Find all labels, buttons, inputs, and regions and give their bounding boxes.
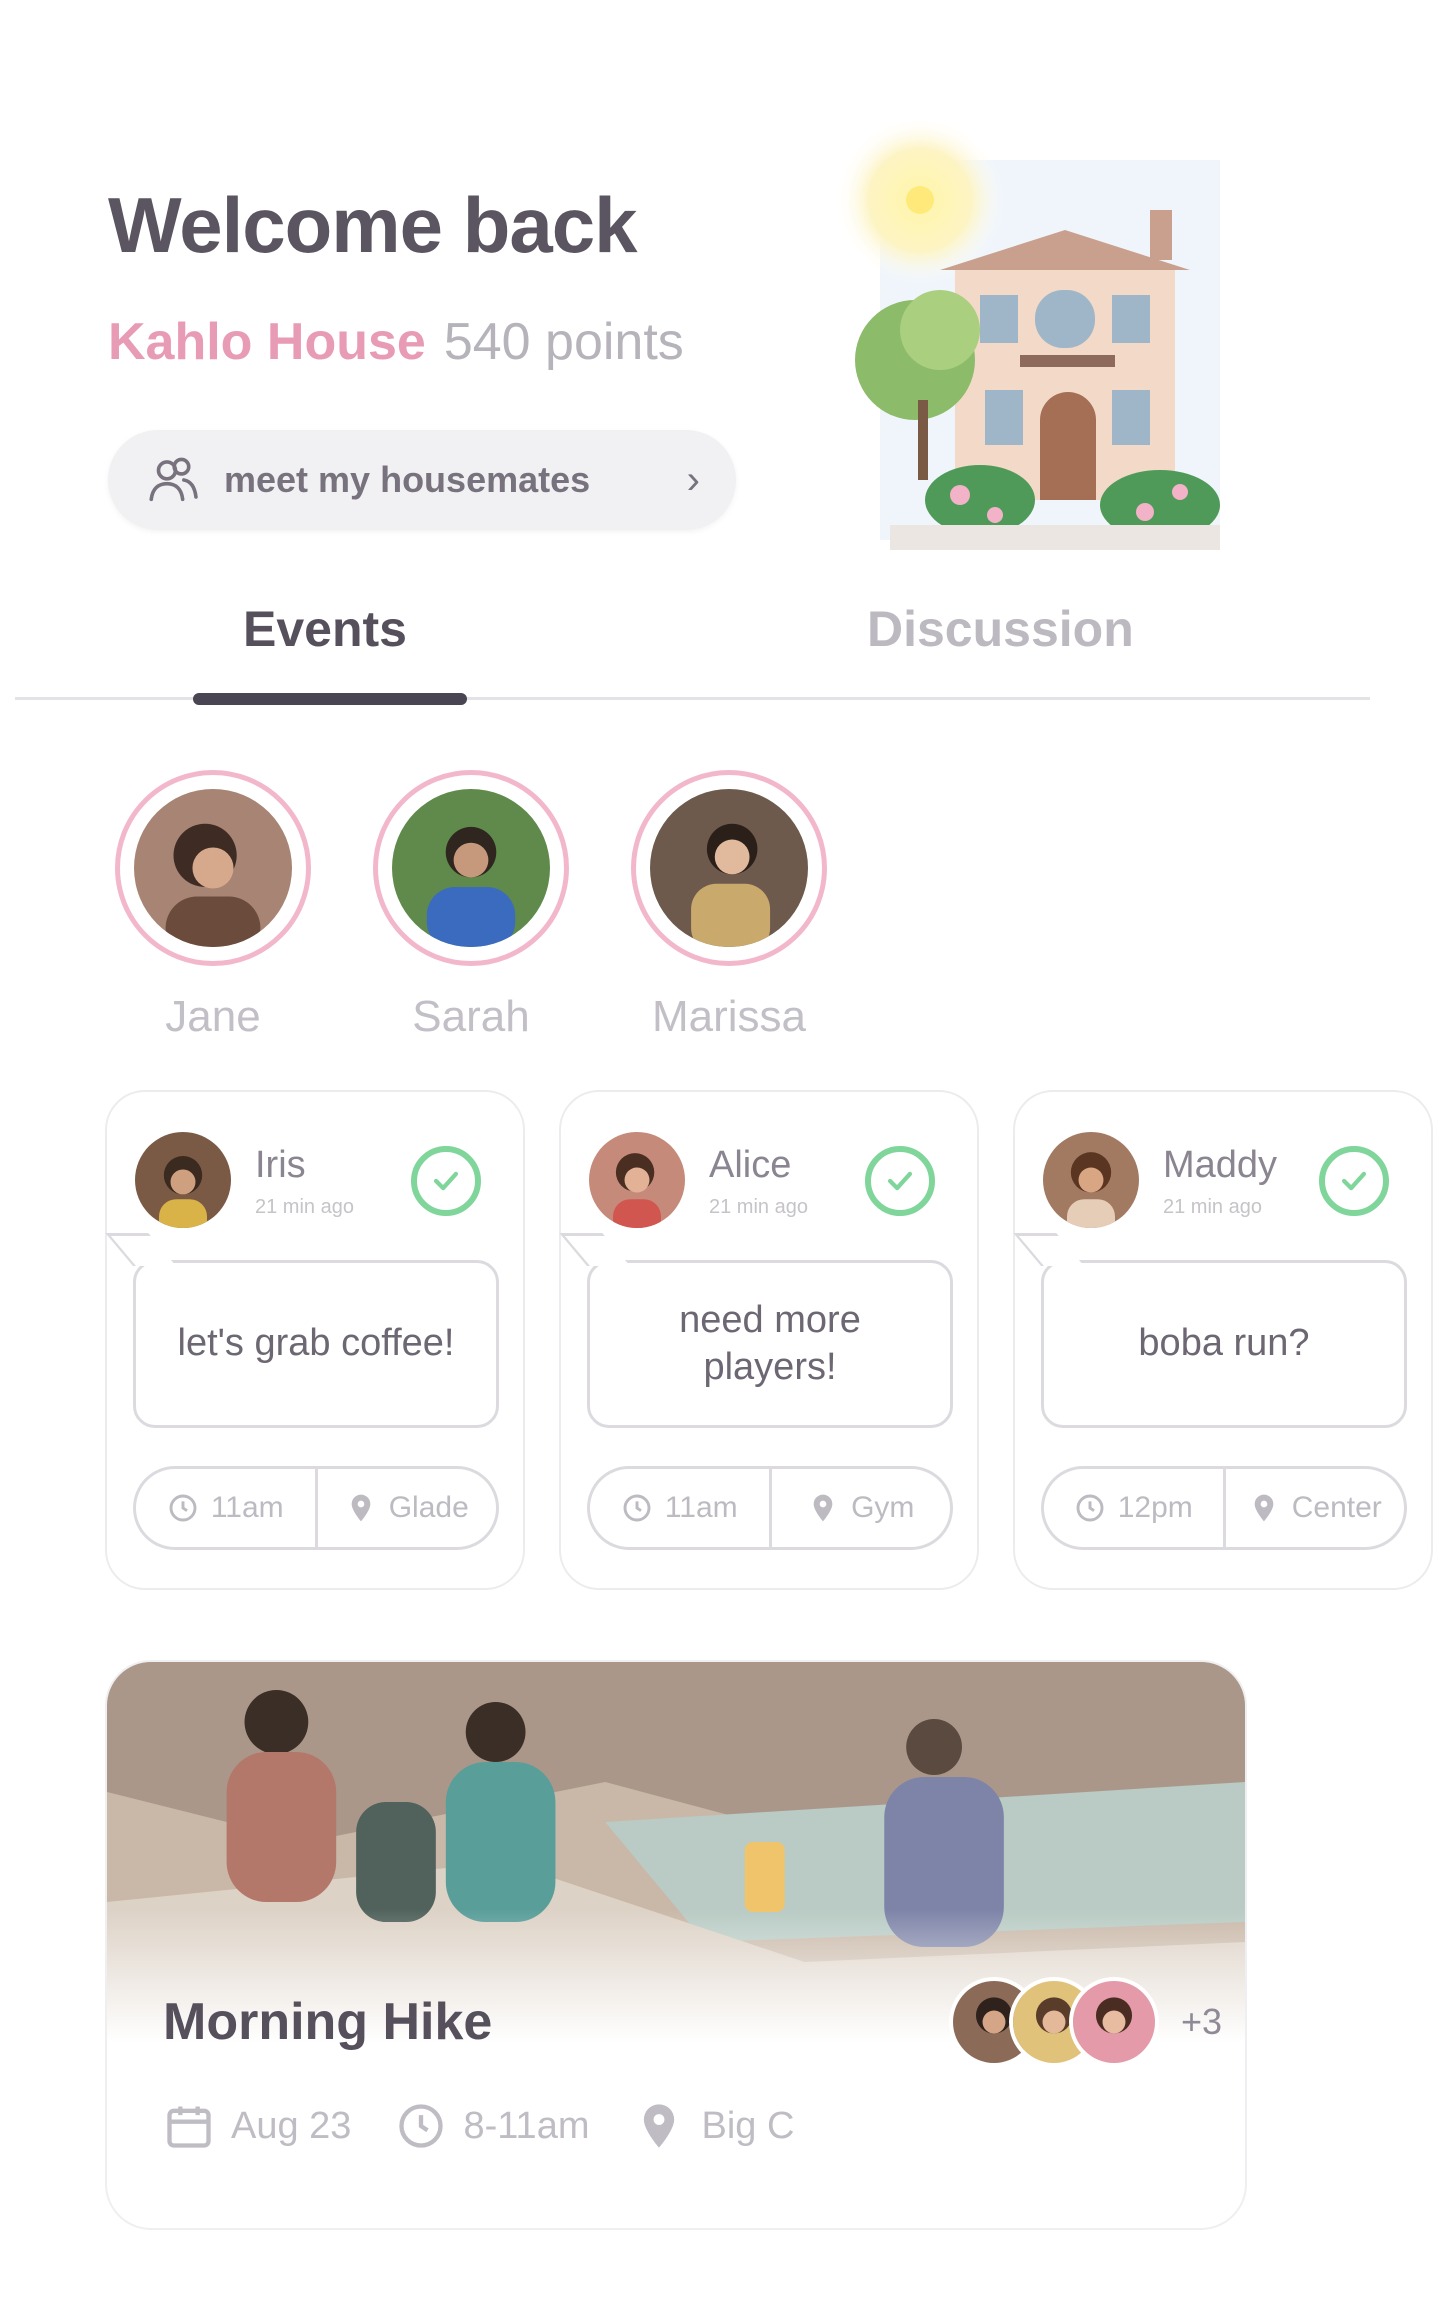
event-location-text: Big C bbox=[701, 2104, 795, 2147]
post-where: Glade bbox=[388, 1491, 469, 1524]
check-icon bbox=[1341, 1171, 1367, 1191]
post-location-segment: Glade bbox=[314, 1469, 497, 1547]
post-location-segment: Gym bbox=[768, 1469, 951, 1547]
story-name: Marissa bbox=[651, 992, 807, 1041]
post-time-segment: 11am bbox=[136, 1469, 315, 1547]
avatar bbox=[1043, 1132, 1139, 1228]
story-avatar-ring bbox=[115, 770, 311, 966]
avatar bbox=[1069, 1977, 1159, 2067]
clock-icon bbox=[623, 1494, 651, 1522]
story-name: Jane bbox=[165, 992, 261, 1041]
post-location-segment: Center bbox=[1222, 1469, 1405, 1547]
join-check-button[interactable] bbox=[1319, 1146, 1389, 1216]
avatar bbox=[134, 789, 292, 947]
event-participants[interactable]: +3 bbox=[949, 1977, 1222, 2067]
post-details-pill: 11am Gym bbox=[587, 1466, 953, 1550]
event-date: Aug 23 bbox=[163, 2100, 351, 2152]
post-message-bubble: need more players! bbox=[587, 1260, 953, 1428]
story-sarah[interactable]: Sarah bbox=[373, 770, 569, 1042]
event-time-text: 8-11am bbox=[463, 2104, 590, 2147]
location-pin-icon bbox=[813, 1494, 833, 1522]
post-message: need more players! bbox=[679, 1298, 861, 1389]
post-where: Center bbox=[1291, 1491, 1382, 1524]
clock-icon bbox=[169, 1494, 197, 1522]
story-avatar-ring bbox=[373, 770, 569, 966]
story-marissa[interactable]: Marissa bbox=[631, 770, 827, 1042]
active-tab-indicator bbox=[193, 693, 467, 705]
tab-bar: Events Discussion bbox=[15, 580, 1370, 705]
join-check-button[interactable] bbox=[411, 1146, 481, 1216]
event-meta: Aug 23 8-11am Big C bbox=[163, 2100, 794, 2152]
welcome-heading: Welcome back bbox=[108, 181, 637, 269]
people-icon bbox=[149, 457, 198, 502]
story-jane[interactable]: Jane bbox=[115, 770, 311, 1042]
tab-discussion[interactable]: Discussion bbox=[867, 600, 1134, 658]
post-details-pill: 12pm Center bbox=[1041, 1466, 1407, 1550]
avatar bbox=[392, 789, 550, 947]
post-time: 21 min ago bbox=[709, 1196, 808, 1218]
chevron-right-icon: › bbox=[686, 457, 700, 502]
location-pin-icon bbox=[644, 2104, 675, 2148]
post-author: Alice bbox=[709, 1144, 792, 1186]
clock-icon bbox=[1076, 1494, 1104, 1522]
join-check-button[interactable] bbox=[865, 1146, 935, 1216]
story-avatar-ring bbox=[631, 770, 827, 966]
post-message: let's grab coffee! bbox=[177, 1322, 455, 1365]
story-name: Sarah bbox=[412, 992, 530, 1041]
post-time-segment: 11am bbox=[590, 1469, 769, 1547]
post-author: Maddy bbox=[1163, 1144, 1278, 1186]
featured-event-card[interactable]: Morning Hike +3 Aug 23 8-11am Big C bbox=[105, 1660, 1247, 2230]
post-card[interactable]: Alice 21 min ago need more players! 11am… bbox=[559, 1090, 979, 1590]
house-illustration bbox=[830, 115, 1270, 570]
post-card[interactable]: Iris 21 min ago let's grab coffee! 11am … bbox=[105, 1090, 525, 1590]
post-time-segment: 12pm bbox=[1044, 1469, 1223, 1547]
housemate-stories: Jane Sarah Marissa bbox=[115, 770, 827, 1042]
event-title: Morning Hike bbox=[163, 1993, 493, 2051]
post-author: Iris bbox=[255, 1144, 306, 1186]
avatar bbox=[135, 1132, 231, 1228]
avatar bbox=[589, 1132, 685, 1228]
event-date-text: Aug 23 bbox=[231, 2104, 352, 2147]
house-points: 540 points bbox=[443, 313, 684, 371]
house-points-line: Kahlo House 540 points bbox=[108, 312, 684, 372]
post-where: Gym bbox=[851, 1491, 915, 1524]
event-location: Big C bbox=[633, 2100, 794, 2152]
check-icon bbox=[433, 1171, 459, 1191]
event-time: 8-11am bbox=[395, 2100, 589, 2152]
post-when: 12pm bbox=[1117, 1491, 1193, 1524]
post-details-pill: 11am Glade bbox=[133, 1466, 499, 1550]
check-icon bbox=[887, 1171, 913, 1191]
post-message-bubble: boba run? bbox=[1041, 1260, 1407, 1428]
more-participants-count: +3 bbox=[1181, 2001, 1223, 2042]
location-pin-icon bbox=[1254, 1494, 1274, 1522]
meet-housemates-label: meet my housemates bbox=[224, 459, 591, 500]
post-time: 21 min ago bbox=[255, 1196, 354, 1218]
meet-housemates-button[interactable]: meet my housemates › bbox=[108, 430, 736, 530]
post-when: 11am bbox=[664, 1491, 738, 1524]
location-pin-icon bbox=[351, 1494, 371, 1522]
post-message: boba run? bbox=[1138, 1322, 1310, 1365]
post-card[interactable]: Maddy 21 min ago boba run? 12pm Center bbox=[1013, 1090, 1433, 1590]
avatar bbox=[650, 789, 808, 947]
post-time: 21 min ago bbox=[1163, 1196, 1262, 1218]
clock-icon bbox=[399, 2104, 444, 2148]
post-when: 11am bbox=[210, 1491, 284, 1524]
post-message-bubble: let's grab coffee! bbox=[133, 1260, 499, 1428]
event-posts-row: Iris 21 min ago let's grab coffee! 11am … bbox=[105, 1090, 1433, 1590]
house-name[interactable]: Kahlo House bbox=[108, 313, 426, 371]
tab-events[interactable]: Events bbox=[243, 600, 407, 658]
calendar-icon bbox=[167, 2106, 211, 2148]
